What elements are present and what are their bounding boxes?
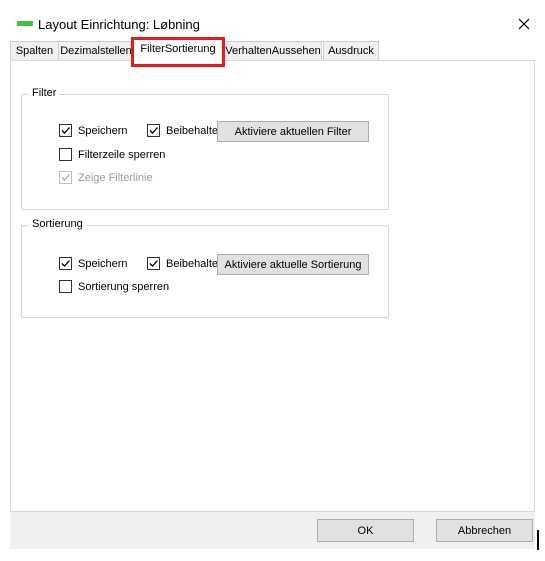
dialog-button-bar: OK Abbrechen: [10, 512, 535, 549]
checkbox-box: [59, 171, 72, 184]
check-icon: [149, 260, 158, 267]
sort-group: Sortierung Speichern Beibehalte Aktivier…: [21, 218, 389, 318]
tab-dezimalstellen[interactable]: Dezimalstellen: [58, 41, 134, 61]
filter-save-checkbox[interactable]: Speichern: [59, 124, 128, 137]
filter-lock-checkbox[interactable]: Filterzeile sperren: [59, 148, 165, 161]
show-filterline-label: Zeige Filterlinie: [78, 171, 153, 184]
checkbox-box: [147, 257, 160, 270]
window-title: Layout Einrichtung: Løbning: [38, 17, 200, 32]
tab-ausdruck[interactable]: Ausdruck: [323, 41, 379, 61]
checkbox-box: [59, 124, 72, 137]
ok-button[interactable]: OK: [317, 519, 414, 542]
sort-lock-label: Sortierung sperren: [78, 280, 170, 293]
tab-verhaltenaussehen[interactable]: VerhaltenAussehen: [224, 41, 322, 61]
activate-filter-button[interactable]: Aktiviere aktuellen Filter: [217, 121, 369, 142]
sort-keep-checkbox[interactable]: Beibehalte: [147, 257, 218, 270]
filter-group-title: Filter: [29, 87, 60, 99]
close-button[interactable]: [512, 12, 536, 36]
check-icon: [61, 174, 70, 181]
title-bar: Layout Einrichtung: Løbning: [0, 0, 545, 40]
sort-lock-checkbox[interactable]: Sortierung sperren: [59, 280, 169, 293]
check-icon: [61, 127, 70, 134]
sort-keep-label: Beibehalte: [166, 257, 218, 270]
tab-page-filtersortierung: Filter Speichern Beibehalte Aktiviere ak…: [10, 60, 535, 512]
checkbox-box: [59, 148, 72, 161]
tab-strip: Spalten Dezimalstellen FilterSortierung …: [10, 38, 408, 61]
app-icon: [17, 21, 33, 26]
tab-filtersortierung[interactable]: FilterSortierung: [133, 38, 223, 61]
sort-group-title: Sortierung: [29, 218, 86, 230]
close-icon: [518, 18, 530, 30]
filter-group: Filter Speichern Beibehalte Aktiviere ak…: [21, 87, 389, 210]
sort-save-label: Speichern: [78, 257, 128, 270]
show-filterline-checkbox[interactable]: Zeige Filterlinie: [59, 171, 153, 184]
activate-sort-button[interactable]: Aktiviere aktuelle Sortierung: [217, 254, 369, 275]
checkbox-box: [59, 257, 72, 270]
sort-save-checkbox[interactable]: Speichern: [59, 257, 128, 270]
check-icon: [149, 127, 158, 134]
filter-lock-label: Filterzeile sperren: [78, 148, 166, 161]
filter-keep-checkbox[interactable]: Beibehalte: [147, 124, 218, 137]
checkbox-box: [59, 280, 72, 293]
cancel-button[interactable]: Abbrechen: [436, 519, 533, 542]
text-cursor: [537, 530, 539, 550]
tab-spalten[interactable]: Spalten: [10, 41, 59, 61]
checkbox-box: [147, 124, 160, 137]
check-icon: [61, 260, 70, 267]
filter-keep-label: Beibehalte: [166, 124, 218, 137]
filter-save-label: Speichern: [78, 124, 128, 137]
